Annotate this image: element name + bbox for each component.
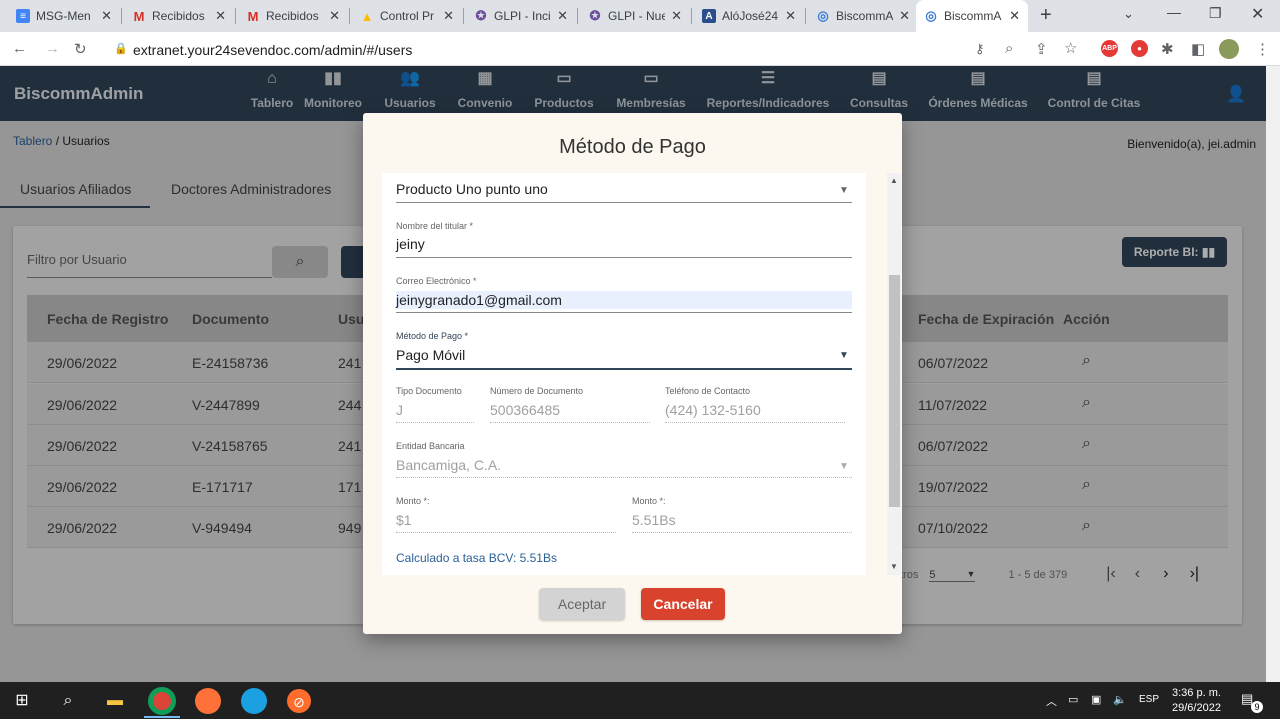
zoom-icon[interactable]: ⌕ (1005, 40, 1013, 57)
new-tab-button[interactable]: + (1040, 4, 1052, 27)
dropdown-arrow-icon: ▼ (839, 461, 849, 472)
back-icon[interactable]: ← (12, 40, 27, 57)
window-close-icon[interactable]: ✕ (1251, 4, 1264, 24)
dialog-form (382, 173, 866, 575)
close-icon[interactable]: ✕ (443, 8, 454, 24)
tray-battery-icon[interactable]: ▭ (1068, 693, 1078, 706)
key-icon[interactable]: ⚷ (975, 41, 985, 57)
email-input[interactable]: jeinygranado1@gmail.com (396, 292, 562, 308)
close-icon[interactable]: ✕ (899, 8, 910, 24)
browser-tab[interactable]: ◎ BiscommA ✕ (808, 0, 918, 32)
rate-note: Calculado a tasa BCV: 5.51Bs (396, 551, 557, 565)
app-icon[interactable]: ⊘ (287, 689, 311, 713)
puzzle-icon[interactable]: ✱ (1161, 40, 1174, 58)
browser-tab[interactable]: M Recibidos ✕ (124, 0, 234, 32)
file-explorer-icon[interactable]: ▬ (102, 688, 128, 714)
dropdown-arrow-icon: ▼ (839, 350, 849, 361)
browser-tab[interactable]: ≡ MSG-Men ✕ (8, 0, 120, 32)
alojose-icon: A (702, 9, 716, 23)
phone-label: Teléfono de Contacto (665, 386, 751, 396)
reload-icon[interactable]: ↻ (74, 40, 87, 58)
minimize-icon[interactable]: — (1167, 4, 1181, 20)
tray-chevron-icon[interactable]: ︿ (1046, 693, 1057, 709)
notification-badge: 9 (1251, 701, 1263, 713)
dialog-title: Método de Pago (559, 136, 706, 158)
scroll-up-icon[interactable]: ▲ (890, 176, 898, 185)
amount-usd-input: $1 (396, 512, 412, 528)
forward-icon[interactable]: → (45, 40, 60, 57)
sidepanel-icon[interactable]: ◧ (1191, 40, 1205, 58)
glpi-icon: ✪ (589, 8, 601, 23)
browser-tab[interactable]: ▲ Control Pr ✕ (352, 0, 462, 32)
share-icon[interactable]: ⇪ (1035, 40, 1048, 58)
chrome-icon[interactable] (148, 687, 176, 715)
browser-tab-active[interactable]: ◎ BiscommA ✕ (916, 0, 1028, 32)
doc-type-input: J (396, 402, 403, 418)
method-select[interactable]: Pago Móvil (396, 347, 465, 363)
dialog-scroll-thumb[interactable] (889, 275, 900, 507)
biscomm-icon: ◎ (925, 8, 937, 23)
holder-input[interactable]: jeiny (396, 236, 425, 252)
browser-tab[interactable]: A AlóJosé24 ✕ (694, 0, 804, 32)
tray-volume-icon[interactable]: 🔈 (1113, 693, 1127, 706)
browser-tab[interactable]: ✪ GLPI - Incid ✕ (466, 0, 576, 32)
adblock-icon[interactable]: ABP (1101, 40, 1118, 57)
tray-network-icon[interactable]: ▣ (1091, 693, 1101, 706)
bank-label: Entidad Bancaria (396, 441, 465, 451)
gmail-icon: M (247, 8, 259, 24)
product-select[interactable]: Producto Uno punto uno (396, 181, 548, 197)
doc-number-input: 500366485 (490, 402, 561, 418)
menu-kebab-icon[interactable]: ⋮ (1255, 40, 1270, 58)
windows-start-icon[interactable]: ⊞ (9, 688, 35, 714)
browser-tab[interactable]: ✪ GLPI - Nue ✕ (580, 0, 690, 32)
dropdown-arrow-icon: ▼ (839, 185, 849, 196)
windows-taskbar (0, 682, 1280, 719)
phone-input: (424) 132-5160 (665, 402, 761, 418)
bank-select: Bancamiga, C.A. (396, 457, 502, 473)
tab-search-icon[interactable]: ⌄ (1123, 6, 1134, 22)
doc-number-label: Número de Documento (490, 386, 584, 396)
edge-icon[interactable] (241, 688, 267, 714)
taskbar-clock[interactable]: 3:36 p. m. 29/6/2022 (1172, 686, 1221, 716)
firefox-icon[interactable] (195, 688, 221, 714)
page-scrollbar[interactable] (1266, 66, 1280, 682)
biscomm-icon: ◎ (817, 8, 829, 23)
doc-type-label: Tipo Documento (396, 386, 462, 396)
amount-bs-label: Monto *: (632, 496, 666, 506)
amount-bs-input: 5.51Bs (632, 512, 676, 528)
drive-icon: ▲ (360, 8, 374, 24)
docs-icon: ≡ (16, 9, 30, 23)
close-icon[interactable]: ✕ (785, 8, 796, 24)
extension-icon[interactable]: ● (1131, 40, 1148, 57)
input-language[interactable]: ESP (1139, 694, 1159, 705)
bookmark-star-icon[interactable]: ☆ (1064, 39, 1077, 57)
accept-button[interactable]: Aceptar (539, 588, 625, 620)
url-bar[interactable]: extranet.your24sevendoc.com/admin/#/user… (133, 42, 412, 58)
scroll-down-icon[interactable]: ▼ (890, 562, 898, 571)
close-icon[interactable]: ✕ (671, 8, 682, 24)
gmail-icon: M (133, 8, 145, 24)
close-icon[interactable]: ✕ (557, 8, 568, 24)
email-label: Correo Electrónico * (396, 276, 477, 286)
search-icon[interactable]: ⌕ (55, 688, 81, 714)
restore-icon[interactable]: ❐ (1209, 5, 1222, 22)
close-icon[interactable]: ✕ (329, 8, 340, 24)
method-label: Método de Pago * (396, 331, 469, 341)
holder-label: Nombre del titular * (396, 221, 474, 231)
close-icon[interactable]: ✕ (101, 8, 112, 24)
amount-usd-label: Monto *: (396, 496, 430, 506)
close-icon[interactable]: ✕ (215, 8, 226, 24)
cancel-button[interactable]: Cancelar (641, 588, 725, 620)
glpi-icon: ✪ (475, 8, 487, 23)
profile-avatar[interactable] (1219, 39, 1239, 59)
close-icon[interactable]: ✕ (1009, 8, 1020, 24)
browser-tab[interactable]: M Recibidos ✕ (238, 0, 348, 32)
lock-icon: 🔒 (114, 43, 128, 55)
